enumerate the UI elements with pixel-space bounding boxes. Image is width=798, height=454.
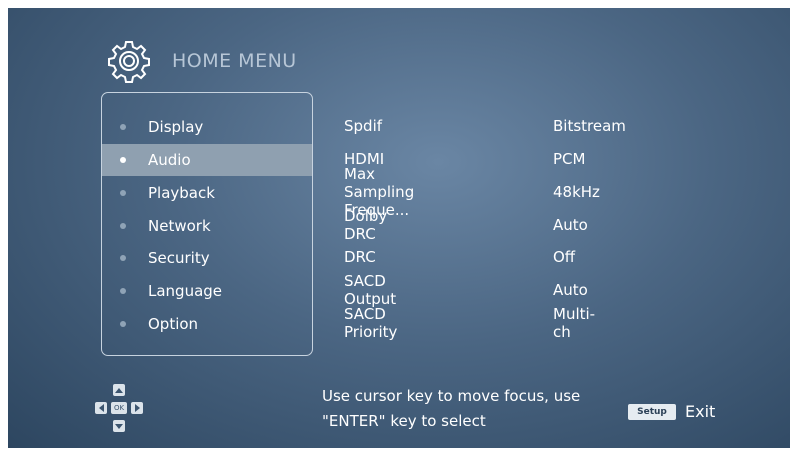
hint-line-2: "ENTER" key to select <box>322 412 486 430</box>
setting-label: SACD Priority <box>344 305 398 341</box>
bullet-icon <box>120 255 126 261</box>
category-menu: Display Audio Playback Network Security … <box>101 92 313 356</box>
menu-item-network[interactable]: Network <box>102 210 312 242</box>
setting-label: SACD Output <box>344 272 397 308</box>
arrow-left-icon <box>95 402 107 414</box>
dpad-icon: OK <box>91 382 147 434</box>
setting-value: Auto <box>553 281 588 299</box>
tv-screen: HOME MENU Display Audio Playback Network… <box>8 8 790 448</box>
page-title: HOME MENU <box>172 50 297 72</box>
gear-icon <box>108 41 150 83</box>
setting-value: Bitstream <box>553 117 626 135</box>
setting-label: DRC <box>344 248 376 266</box>
menu-item-label: Security <box>148 249 210 267</box>
bullet-icon <box>120 124 126 130</box>
setting-label: Spdif <box>344 117 383 135</box>
arrow-up-icon <box>113 384 125 396</box>
menu-item-label: Playback <box>148 184 215 202</box>
bullet-icon <box>120 288 126 294</box>
bullet-icon <box>120 321 126 327</box>
arrow-down-icon <box>113 420 125 432</box>
menu-header: HOME MENU <box>106 38 297 84</box>
menu-item-label: Network <box>148 217 211 235</box>
setting-value: PCM <box>553 150 586 168</box>
setting-value: Multi-ch <box>553 305 596 341</box>
setup-key-icon[interactable]: Setup <box>628 404 676 420</box>
ok-key-icon: OK <box>111 402 127 414</box>
menu-item-security[interactable]: Security <box>102 242 312 274</box>
setting-value: 48kHz <box>553 183 600 201</box>
setting-label: Dolby DRC <box>344 207 388 243</box>
exit-label[interactable]: Exit <box>685 402 715 421</box>
menu-item-label: Language <box>148 282 223 300</box>
menu-item-label: Option <box>148 315 199 333</box>
menu-item-audio[interactable]: Audio <box>102 144 312 176</box>
hint-line-1: Use cursor key to move focus, use <box>322 387 581 405</box>
menu-item-label: Display <box>148 118 204 136</box>
setting-value: Off <box>553 248 576 266</box>
menu-item-option[interactable]: Option <box>102 308 312 340</box>
navigation-hint: Use cursor key to move focus, use "ENTER… <box>322 384 580 434</box>
setting-value: Auto <box>553 216 588 234</box>
menu-item-language[interactable]: Language <box>102 275 312 307</box>
arrow-right-icon <box>131 402 143 414</box>
bullet-icon <box>120 190 126 196</box>
menu-item-display[interactable]: Display <box>102 111 312 143</box>
menu-item-label: Audio <box>148 151 191 169</box>
bullet-icon <box>120 223 126 229</box>
bullet-icon <box>120 157 126 163</box>
menu-item-playback[interactable]: Playback <box>102 177 312 209</box>
